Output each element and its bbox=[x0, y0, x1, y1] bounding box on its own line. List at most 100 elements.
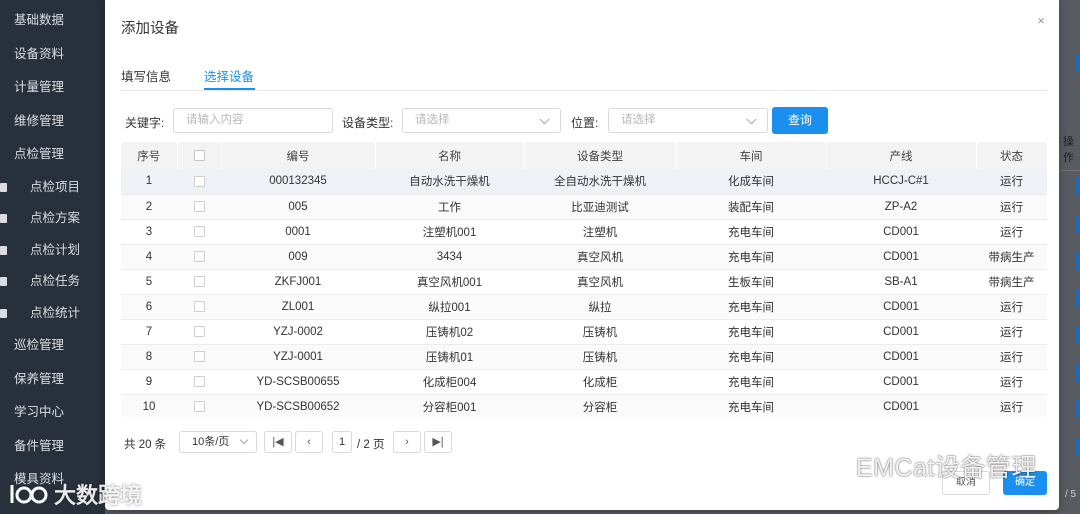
table-row[interactable]: 7 YZJ-0002 压铸机02 压铸机 充电车间 CD001 运行 bbox=[121, 319, 1047, 345]
close-icon[interactable]: × bbox=[1034, 14, 1048, 28]
cell-status: 带病生产 bbox=[976, 244, 1047, 270]
table-row[interactable]: 5 ZKFJ001 真空风机001 真空风机 生板车间 SB-A1 带病生产 bbox=[121, 269, 1047, 295]
cell-workshop: 化成车间 bbox=[676, 169, 826, 195]
cell-select bbox=[177, 269, 221, 295]
cell-name: 化成柜004 bbox=[375, 369, 524, 395]
location-select[interactable]: 请选择 bbox=[608, 108, 768, 133]
cell-code: YZJ-0001 bbox=[221, 344, 375, 370]
cell-status: 运行 bbox=[976, 219, 1047, 245]
column-header-status: 状态 bbox=[976, 142, 1047, 169]
cell-type: 真空风机 bbox=[524, 269, 676, 295]
cell-name: 真空风机001 bbox=[375, 269, 524, 295]
table-row[interactable]: 1 000132345 自动水洗干燥机 全自动水洗干燥机 化成车间 HCCJ-C#1 运行 bbox=[121, 169, 1047, 195]
table-row[interactable]: 6 ZL001 纵拉001 纵拉 充电车间 CD001 运行 bbox=[121, 294, 1047, 320]
brand-logo-icon bbox=[10, 485, 48, 504]
cell-workshop: 充电车间 bbox=[676, 294, 826, 320]
row-checkbox[interactable] bbox=[193, 375, 205, 387]
watermark-text: 大数跨境 bbox=[54, 483, 143, 508]
table-row[interactable]: 10 YD-SCSB00652 分容柜001 分容柜 充电车间 CD001 运行 bbox=[121, 394, 1047, 417]
row-checkbox[interactable] bbox=[193, 250, 205, 262]
cell-select bbox=[177, 194, 221, 220]
pager-total: 共 20 条 bbox=[124, 439, 167, 451]
keyword-input[interactable] bbox=[186, 109, 332, 131]
table-row[interactable]: 9 YD-SCSB00655 化成柜004 化成柜 充电车间 CD001 运行 bbox=[121, 369, 1047, 395]
cell-index: 4 bbox=[121, 244, 177, 270]
cell-type: 真空风机 bbox=[524, 244, 676, 270]
tab-select-equipment[interactable]: 选择设备 bbox=[204, 66, 254, 85]
table-header-row: 序号 编号 名称 设备类型 车间 产线 状态 bbox=[121, 142, 1047, 169]
cell-code: YZJ-0002 bbox=[221, 319, 375, 345]
cell-status: 运行 bbox=[976, 319, 1047, 345]
cell-type: 比亚迪测试 bbox=[524, 194, 676, 220]
row-checkbox[interactable] bbox=[193, 350, 205, 362]
table-row[interactable]: 3 0001 注塑机001 注塑机 充电车间 CD001 运行 bbox=[121, 219, 1047, 245]
cell-workshop: 装配车间 bbox=[676, 194, 826, 220]
keyword-input-wrapper bbox=[173, 108, 333, 133]
cell-status: 运行 bbox=[976, 169, 1047, 195]
page-count: / 2 页 bbox=[357, 439, 385, 451]
equipment-type-select[interactable]: 请选择 bbox=[402, 108, 561, 133]
first-page-button[interactable]: |◀ bbox=[264, 431, 292, 453]
column-header-index: 序号 bbox=[121, 142, 178, 169]
cell-name: 3434 bbox=[375, 244, 524, 270]
page-size-value: 10条/页 bbox=[192, 436, 230, 448]
wechat-icon bbox=[814, 453, 848, 478]
cell-index: 8 bbox=[121, 344, 177, 370]
row-checkbox[interactable] bbox=[193, 300, 205, 312]
cell-line: CD001 bbox=[826, 344, 976, 370]
select-all-checkbox[interactable] bbox=[193, 149, 205, 161]
table-row[interactable]: 2 005 工作 比亚迪测试 装配车间 ZP-A2 运行 bbox=[121, 194, 1047, 220]
cell-line: CD001 bbox=[826, 319, 976, 345]
cell-name: 压铸机01 bbox=[375, 344, 524, 370]
active-tab-indicator bbox=[204, 88, 255, 90]
cell-type: 全自动水洗干燥机 bbox=[524, 169, 676, 195]
wechat-watermark: EMCat设备管理 bbox=[812, 449, 1037, 483]
cell-code: 009 bbox=[221, 244, 375, 270]
cell-status: 运行 bbox=[976, 394, 1047, 417]
cell-line: SB-A1 bbox=[826, 269, 976, 295]
cell-name: 纵拉001 bbox=[375, 294, 524, 320]
cell-status: 带病生产 bbox=[976, 269, 1047, 295]
cell-code: 000132345 bbox=[221, 169, 375, 195]
cell-workshop: 充电车间 bbox=[676, 219, 826, 245]
cell-type: 纵拉 bbox=[524, 294, 676, 320]
cell-name: 自动水洗干燥机 bbox=[375, 169, 524, 195]
row-checkbox[interactable] bbox=[193, 275, 205, 287]
cell-line: CD001 bbox=[826, 244, 976, 270]
last-page-button[interactable]: ▶| bbox=[424, 431, 452, 453]
equipment-table: 序号 编号 名称 设备类型 车间 产线 状态 1 000132345 自动水洗干燥机… bbox=[121, 142, 1047, 417]
cell-index: 2 bbox=[121, 194, 177, 220]
row-checkbox[interactable] bbox=[193, 200, 205, 212]
row-checkbox[interactable] bbox=[193, 325, 205, 337]
cell-select bbox=[177, 169, 221, 195]
table-row[interactable]: 8 YZJ-0001 压铸机01 压铸机 充电车间 CD001 运行 bbox=[121, 344, 1047, 370]
tab-fill-info[interactable]: 填写信息 bbox=[121, 66, 171, 85]
next-page-button[interactable]: › bbox=[393, 431, 421, 453]
column-header-select bbox=[177, 142, 222, 169]
prev-page-button[interactable]: ‹ bbox=[295, 431, 323, 453]
table-row[interactable]: 4 009 3434 真空风机 充电车间 CD001 带病生产 bbox=[121, 244, 1047, 270]
page-size-select[interactable]: 10条/页 bbox=[179, 431, 257, 453]
query-button[interactable]: 查询 bbox=[772, 107, 828, 134]
cell-code: 0001 bbox=[221, 219, 375, 245]
cell-line: CD001 bbox=[826, 369, 976, 395]
cell-index: 6 bbox=[121, 294, 177, 320]
row-checkbox[interactable] bbox=[193, 225, 205, 237]
cell-select bbox=[177, 369, 221, 395]
cell-workshop: 充电车间 bbox=[676, 344, 826, 370]
cell-line: CD001 bbox=[826, 394, 976, 417]
row-checkbox[interactable] bbox=[193, 400, 205, 412]
cell-index: 7 bbox=[121, 319, 177, 345]
current-page-input[interactable]: 1 bbox=[332, 431, 352, 453]
cell-code: 005 bbox=[221, 194, 375, 220]
cell-name: 工作 bbox=[375, 194, 524, 220]
watermark-text: EMCat设备管理 bbox=[856, 454, 1037, 482]
row-checkbox[interactable] bbox=[193, 175, 205, 187]
cell-status: 运行 bbox=[976, 194, 1047, 220]
column-header-workshop: 车间 bbox=[676, 142, 827, 169]
cell-select bbox=[177, 394, 221, 417]
cell-line: HCCJ-C#1 bbox=[826, 169, 976, 195]
column-header-line: 产线 bbox=[826, 142, 977, 169]
cell-name: 压铸机02 bbox=[375, 319, 524, 345]
chevron-down-icon bbox=[539, 114, 550, 125]
